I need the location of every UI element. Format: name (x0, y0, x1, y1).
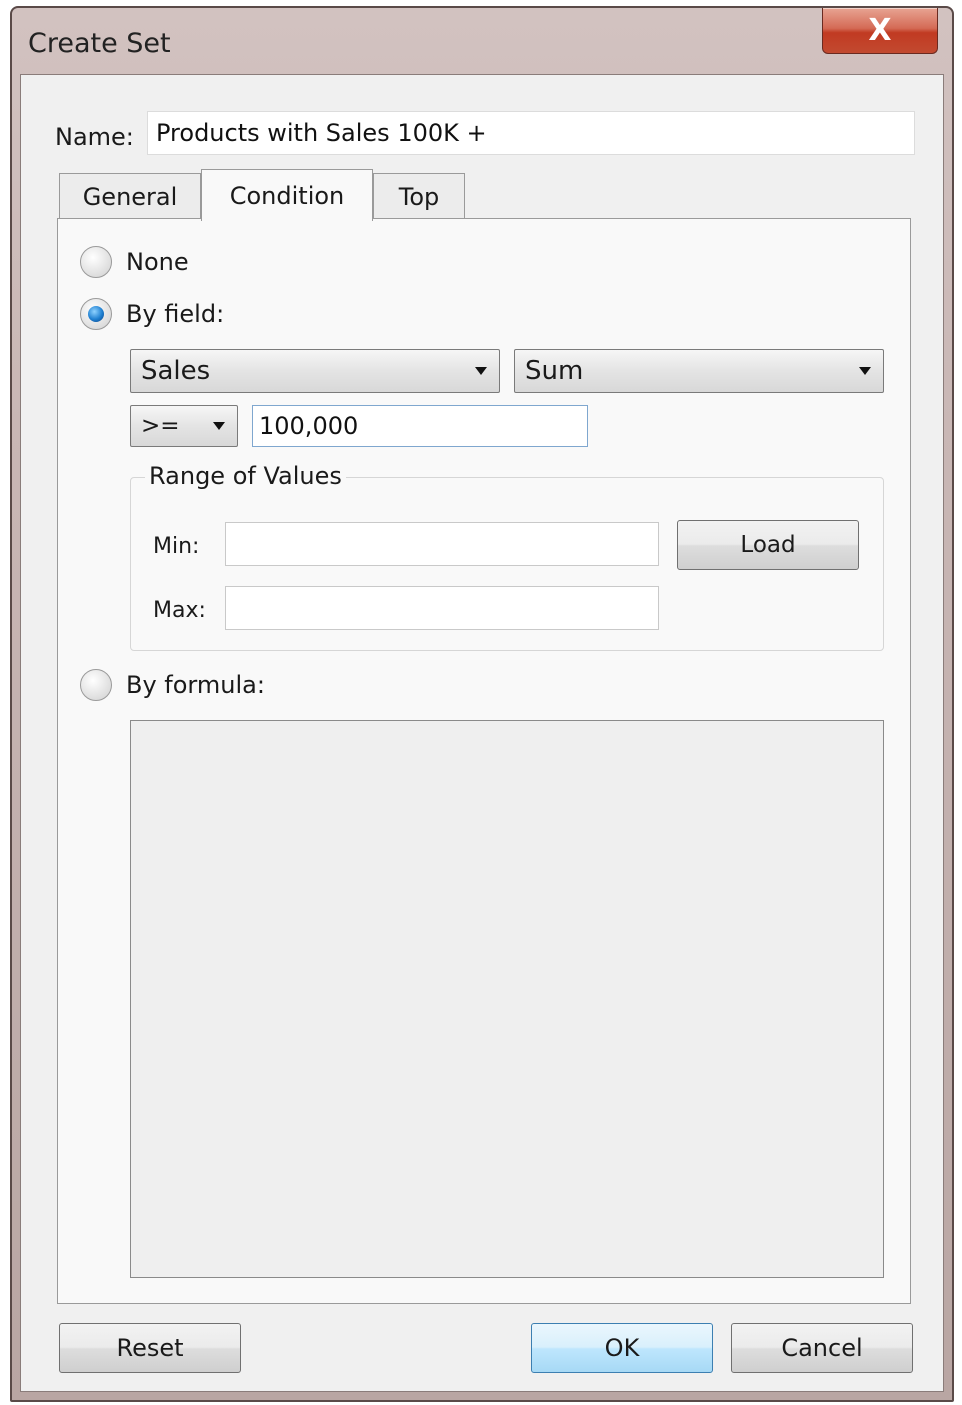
cancel-button-label: Cancel (781, 1334, 863, 1362)
tab-general[interactable]: General (59, 173, 201, 219)
min-label: Min: (153, 534, 200, 559)
condition-value-input[interactable] (252, 405, 588, 447)
radio-by-formula-label: By formula: (126, 671, 265, 699)
range-of-values-legend: Range of Values (145, 462, 346, 490)
title-bar[interactable]: Create Set X (12, 8, 952, 76)
close-icon: X (868, 13, 892, 48)
create-set-dialog: Create Set X Name: General Condition Top… (10, 6, 954, 1402)
tab-condition[interactable]: Condition (201, 169, 373, 221)
cancel-button[interactable]: Cancel (731, 1323, 913, 1373)
field-dropdown-value: Sales (141, 356, 211, 386)
tab-general-label: General (82, 182, 178, 211)
aggregation-dropdown-value: Sum (525, 356, 584, 386)
radio-none-button[interactable] (80, 246, 112, 278)
max-input[interactable] (225, 586, 659, 630)
load-button-label: Load (740, 532, 796, 558)
operator-dropdown[interactable]: >= (130, 405, 238, 447)
name-input[interactable] (147, 111, 915, 155)
tab-condition-label: Condition (229, 181, 345, 210)
field-dropdown[interactable]: Sales (130, 349, 500, 393)
radio-by-field-label: By field: (126, 300, 225, 328)
range-of-values-group: Range of Values Min: Load Max: (130, 462, 884, 651)
condition-panel: None By field: Sales Sum >= 100,000 Rang… (57, 218, 911, 1304)
load-button[interactable]: Load (677, 520, 859, 570)
radio-none[interactable]: None (80, 246, 189, 278)
ok-button[interactable]: OK (531, 1323, 713, 1373)
operator-dropdown-value: >= (141, 413, 180, 439)
reset-button-label: Reset (116, 1334, 184, 1362)
radio-by-formula[interactable]: By formula: (80, 669, 265, 701)
dialog-body: Name: General Condition Top None By fiel… (20, 74, 944, 1392)
radio-by-formula-button[interactable] (80, 669, 112, 701)
radio-none-label: None (126, 248, 189, 276)
radio-by-field[interactable]: By field: (80, 298, 224, 330)
chevron-down-icon (475, 367, 487, 375)
radio-selected-dot (88, 306, 104, 322)
chevron-down-icon (859, 367, 871, 375)
min-input[interactable] (225, 522, 659, 566)
max-label: Max: (153, 598, 206, 623)
ok-button-label: OK (604, 1334, 640, 1362)
reset-button[interactable]: Reset (59, 1323, 241, 1373)
chevron-down-icon (213, 422, 225, 430)
dialog-title: Create Set (28, 28, 171, 59)
name-label: Name: (55, 123, 134, 151)
tab-top-label: Top (398, 182, 440, 211)
radio-by-field-button[interactable] (80, 298, 112, 330)
aggregation-dropdown[interactable]: Sum (514, 349, 884, 393)
tab-top[interactable]: Top (373, 173, 465, 219)
close-button[interactable]: X (822, 8, 938, 54)
formula-editor[interactable] (130, 720, 884, 1278)
